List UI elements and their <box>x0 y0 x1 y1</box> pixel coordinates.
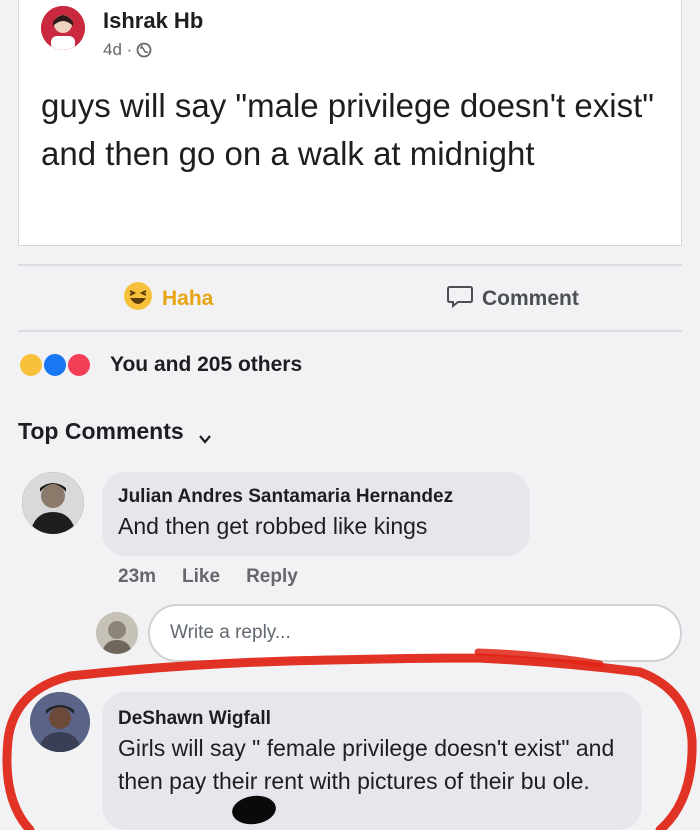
user-avatar <box>96 612 138 654</box>
reaction-icons <box>18 352 100 378</box>
commenter-avatar[interactable] <box>30 692 90 752</box>
love-icon <box>66 352 92 378</box>
comment-time[interactable]: 23m <box>118 566 156 588</box>
commenter-name[interactable]: DeShawn Wigfall <box>118 708 626 730</box>
top-comments-label: Top Comments <box>18 418 184 444</box>
comment-bubble: Julian Andres Santamaria Hernandez And t… <box>102 472 530 556</box>
reply-button[interactable]: Reply <box>246 566 298 588</box>
reaction-summary[interactable]: You and 205 others <box>18 352 302 378</box>
comment-button[interactable]: Comment <box>446 282 579 316</box>
post-card: Ishrak Hb 4d · guys will say "male privi… <box>18 0 682 246</box>
divider <box>18 330 682 332</box>
user-avatar-image <box>96 612 138 654</box>
globe-icon <box>136 42 152 58</box>
chevron-down-icon <box>198 425 212 444</box>
post-text: guys will say "male privilege doesn't ex… <box>41 87 654 172</box>
haha-button[interactable]: Haha <box>122 282 213 316</box>
comment-label: Comment <box>482 287 579 310</box>
comment-bubble: DeShawn Wigfall Girls will say " female … <box>102 692 642 830</box>
commenter-name[interactable]: Julian Andres Santamaria Hernandez <box>118 486 514 508</box>
like-icon <box>42 352 68 378</box>
comment-text: Girls will say " female privilege doesn'… <box>118 735 615 794</box>
author-avatar[interactable] <box>41 6 85 50</box>
haha-icon <box>18 352 44 378</box>
comment-text: And then get robbed like kings <box>118 513 428 539</box>
reaction-count: You and 205 others <box>110 353 303 376</box>
top-comments-filter[interactable]: Top Comments <box>18 418 212 445</box>
reply-input[interactable] <box>148 604 682 662</box>
commenter-avatar-image <box>22 472 84 534</box>
commenter-avatar-image <box>30 692 90 752</box>
author-avatar-image <box>41 6 85 50</box>
haha-icon <box>122 280 154 318</box>
commenter-avatar[interactable] <box>22 472 84 534</box>
like-button[interactable]: Like <box>182 566 220 588</box>
post-author-name[interactable]: Ishrak Hb <box>103 8 203 34</box>
comment-icon <box>446 282 474 316</box>
post-meta: 4d · <box>103 40 152 60</box>
haha-label: Haha <box>162 287 214 310</box>
comment-actions: 23m Like Reply <box>118 566 298 588</box>
divider <box>18 264 682 266</box>
post-timestamp[interactable]: 4d · <box>103 40 132 60</box>
